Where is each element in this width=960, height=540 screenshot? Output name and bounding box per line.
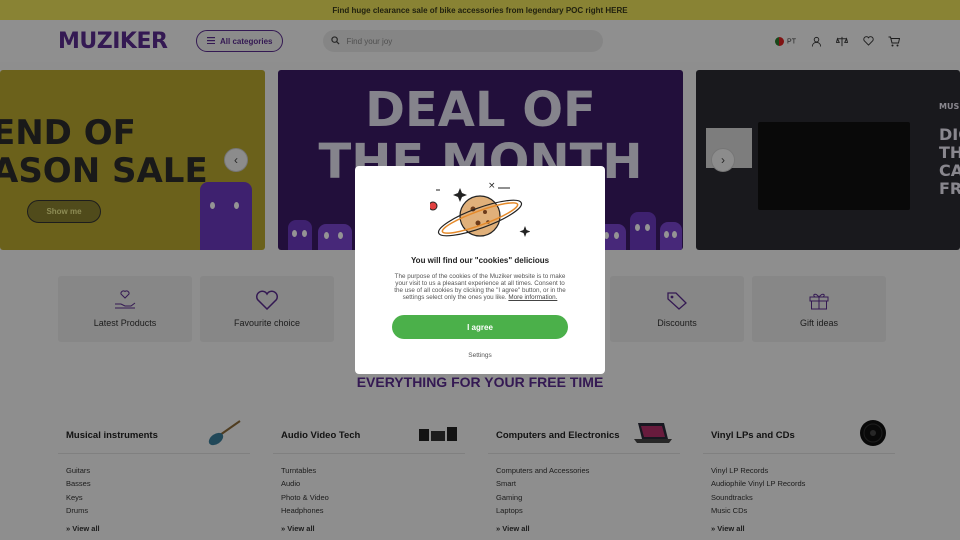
cookie-planet-illustration: × (428, 176, 531, 248)
settings-link[interactable]: Settings (355, 352, 605, 359)
svg-text:×: × (488, 181, 496, 191)
cookie-modal-title: You will find our "cookies" delicious (410, 256, 550, 265)
more-information-link[interactable]: More information. (508, 294, 557, 301)
cookie-modal-text: The purpose of the cookies of the Muzike… (394, 273, 566, 301)
cookie-consent-modal: × You will find our "cookies" delicious … (355, 166, 605, 374)
agree-button[interactable]: I agree (392, 315, 568, 339)
